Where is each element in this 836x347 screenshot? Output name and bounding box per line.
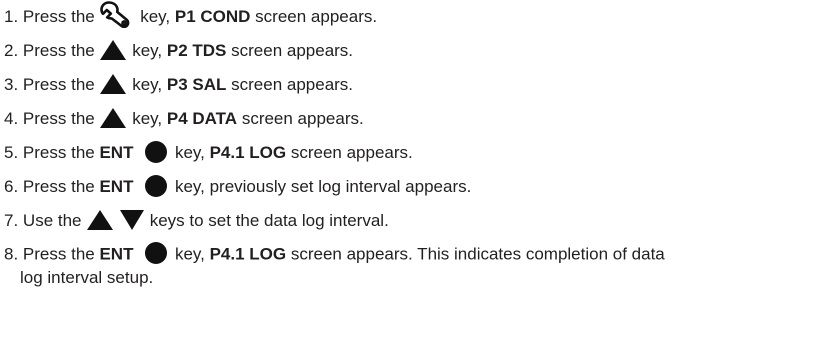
up-arrow-icon <box>99 39 127 61</box>
step-number: 1. <box>4 7 19 26</box>
screen-name: P1 COND <box>174 7 251 26</box>
step-text: key, <box>132 41 163 60</box>
wrench-icon <box>99 0 135 28</box>
step-8: 8. Press the ENT key, P4.1 LOG screen ap… <box>4 238 832 289</box>
key-label: ENT <box>99 177 134 196</box>
step-text: key, previously set log interval appears… <box>174 177 472 196</box>
step-text: key, <box>132 75 163 94</box>
step-text: Press the <box>22 7 95 26</box>
step-text: screen appears. <box>231 75 354 94</box>
step-number: 5. <box>4 143 19 162</box>
step-text: key, <box>140 7 171 26</box>
step-number: 7. <box>4 211 19 230</box>
step-5: 5. Press the ENT key, P4.1 LOG screen ap… <box>4 136 832 170</box>
up-arrow-icon <box>99 73 127 95</box>
down-arrow-icon <box>119 209 145 231</box>
step-text: key, <box>174 143 205 162</box>
step-text: screen appears. This indicates completio… <box>290 244 665 264</box>
step-7: 7. Use the keys to set the data log inte… <box>4 204 832 238</box>
step-1: 1. Press the key, P1 COND screen appears… <box>4 0 832 34</box>
step-text: keys to set the data log interval. <box>149 211 389 230</box>
screen-name: P4.1 LOG <box>209 143 287 162</box>
screen-name: P3 SAL <box>166 75 227 94</box>
step-number: 6. <box>4 177 19 196</box>
screen-name: P2 TDS <box>166 41 227 60</box>
step-3: 3. Press the key, P3 SAL screen appears. <box>4 68 832 102</box>
step-2: 2. Press the key, P2 TDS screen appears. <box>4 34 832 68</box>
step-number: 2. <box>4 41 19 60</box>
step-text: Press the <box>22 41 95 60</box>
step-text: Press the <box>22 244 95 264</box>
circle-icon <box>142 241 170 265</box>
step-continuation: log interval setup. <box>20 268 154 287</box>
screen-name: P4 DATA <box>166 109 238 128</box>
step-4: 4. Press the key, P4 DATA screen appears… <box>4 102 832 136</box>
step-number: 8. <box>4 244 19 264</box>
step-text: key, <box>174 244 205 264</box>
step-text: Press the <box>22 177 95 196</box>
step-text: Use the <box>22 211 82 230</box>
circle-icon <box>142 140 170 164</box>
circle-icon <box>142 174 170 198</box>
step-text: key, <box>132 109 163 128</box>
step-text: Press the <box>22 109 95 128</box>
step-text: Press the <box>22 143 95 162</box>
step-6: 6. Press the ENT key, previously set log… <box>4 170 832 204</box>
instruction-steps: 1. Press the key, P1 COND screen appears… <box>4 0 832 289</box>
step-text: screen appears. <box>231 41 354 60</box>
step-text: screen appears. <box>255 7 378 26</box>
key-label: ENT <box>99 244 134 264</box>
step-number: 3. <box>4 75 19 94</box>
step-number: 4. <box>4 109 19 128</box>
step-text: Press the <box>22 75 95 94</box>
up-arrow-icon <box>99 107 127 129</box>
step-text: screen appears. <box>290 143 413 162</box>
screen-name: P4.1 LOG <box>209 244 287 264</box>
key-label: ENT <box>99 143 134 162</box>
step-text: screen appears. <box>241 109 364 128</box>
up-arrow-icon <box>86 209 114 231</box>
